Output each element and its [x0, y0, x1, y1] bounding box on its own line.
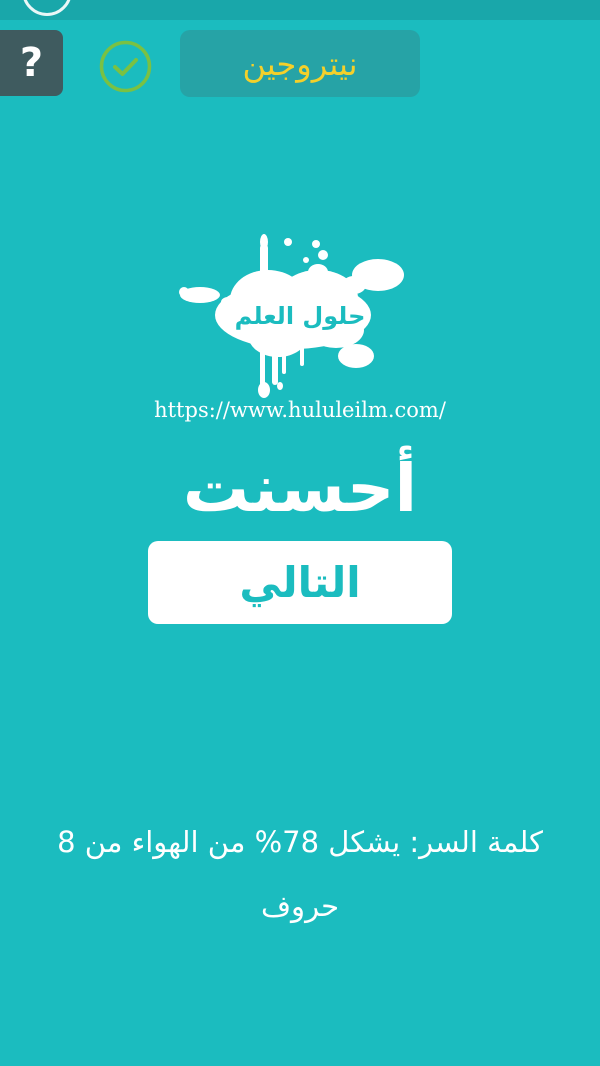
help-button[interactable]: ? [0, 30, 63, 96]
site-url: https://www.hululeilm.com/ [154, 398, 446, 422]
question-mark-icon: ? [19, 40, 44, 86]
result-title: أحسنت [182, 450, 418, 527]
check-circle-icon [99, 40, 152, 93]
top-bar [0, 0, 600, 20]
logo-name: حلول العلم [234, 302, 366, 330]
answer-word: نيتروجين [242, 44, 358, 83]
next-button[interactable]: التالي [148, 541, 452, 624]
clue-text: كلمة السر: يشكل 78% من الهواء من 8 حروف [57, 825, 543, 923]
next-button-label: التالي [239, 558, 361, 607]
back-circle-icon[interactable] [22, 0, 72, 16]
answer-word-box: نيتروجين [180, 30, 420, 97]
